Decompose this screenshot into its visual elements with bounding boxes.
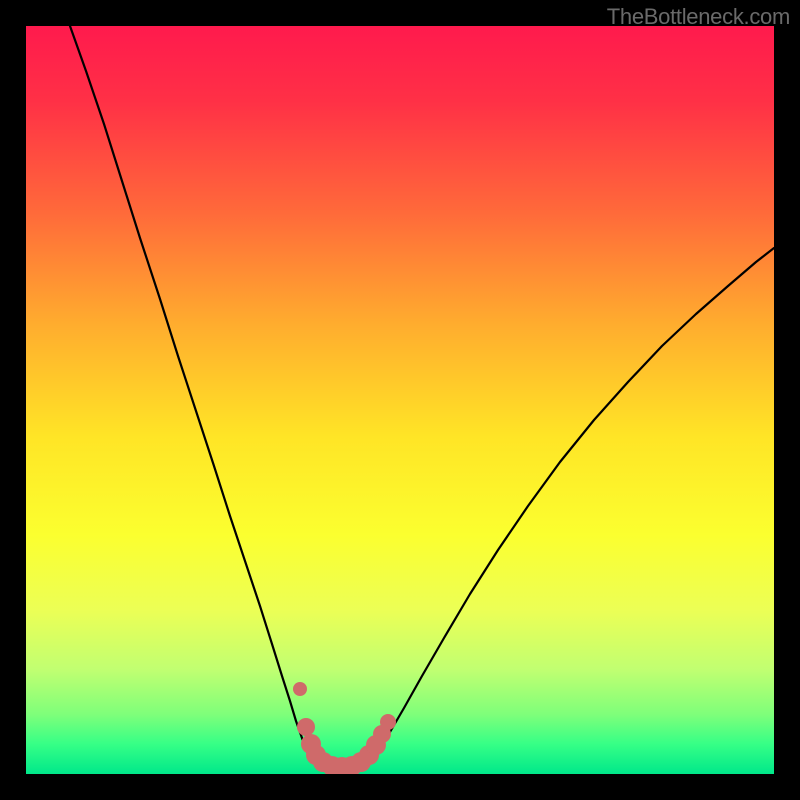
- chart-frame: TheBottleneck.com: [0, 0, 800, 800]
- plot-area: [26, 26, 774, 774]
- marker-dot: [380, 714, 396, 730]
- marker-dot: [297, 718, 315, 736]
- marker-dot: [293, 682, 307, 696]
- gradient-background: [26, 26, 774, 774]
- chart-svg: [26, 26, 774, 774]
- watermark-text: TheBottleneck.com: [607, 4, 790, 30]
